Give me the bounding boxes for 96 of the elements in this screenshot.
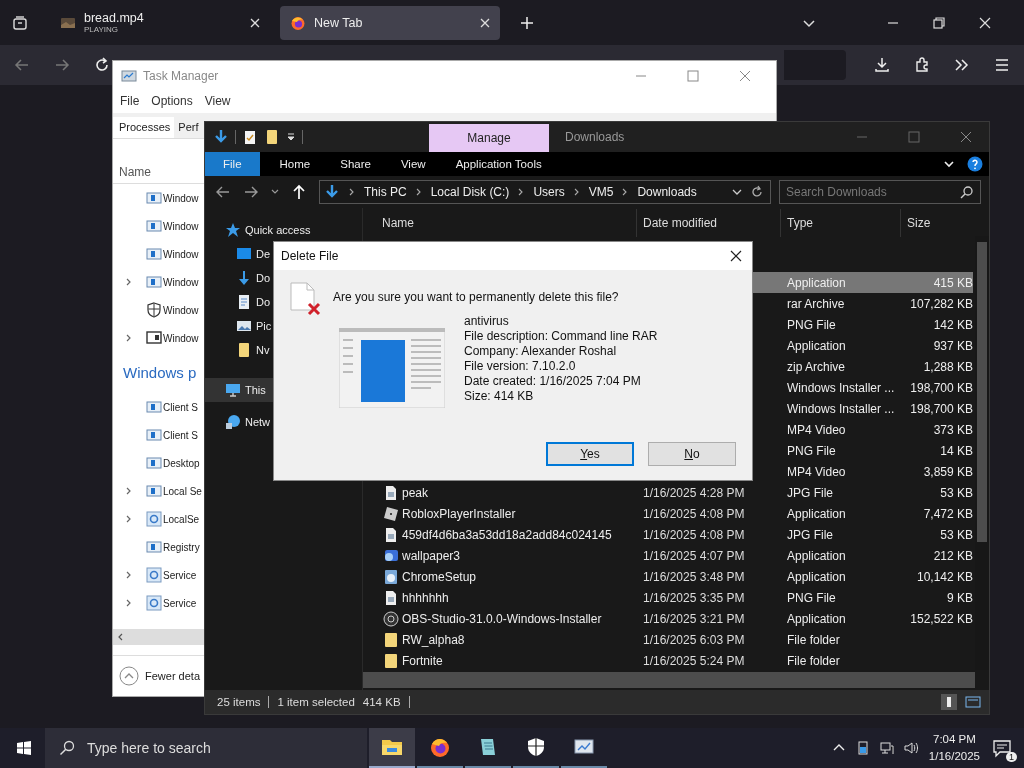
file-type: JPG File	[787, 485, 833, 500]
nav-label: Do	[256, 272, 271, 284]
date-modified: 1/16/2025 5:24 PM	[643, 653, 745, 668]
file-size: 198,700 KB	[910, 401, 973, 416]
process-name: Local Se	[163, 485, 202, 497]
file-size: 53 KB	[940, 485, 973, 500]
item-count: 25 items	[217, 696, 261, 708]
time: 7:04 PM	[933, 732, 976, 747]
date: 1/16/2025	[928, 749, 980, 764]
dialog-title: Delete File	[281, 249, 339, 263]
file-detail: Size: 414 KB	[464, 389, 535, 404]
process-name: Window	[163, 276, 199, 288]
file-name: wallpaper3	[402, 548, 461, 563]
file-detail: Company: Alexander Roshal	[464, 344, 618, 359]
file-name: 459df4d6ba3a53dd18a2add84c024145	[402, 527, 612, 542]
confirmation-question: Are you sure you want to permanently delete this file?	[333, 290, 620, 304]
process-name: Window	[163, 192, 199, 204]
file-type: Application	[787, 338, 846, 353]
file-size: 1,288 KB	[923, 359, 973, 374]
process-name: Client S	[163, 429, 198, 441]
file-size: 3,859 KB	[923, 464, 973, 479]
file-type: Application	[787, 569, 846, 584]
file-name: ChromeSetup	[402, 569, 477, 584]
file-size: 10,142 KB	[916, 569, 973, 584]
file-type: Windows Installer ...	[787, 401, 895, 416]
file-type: MP4 Video	[787, 464, 846, 479]
nav-label: Nv	[256, 344, 270, 356]
tab-subtitle: PLAYING	[84, 25, 120, 34]
file-type: Windows Installer ...	[787, 380, 895, 395]
file-type: PNG File	[787, 317, 836, 332]
tab-title: New Tab	[314, 15, 364, 30]
file-name: hhhhhhh	[402, 590, 449, 605]
file-type: Application	[787, 275, 846, 290]
date-modified: 1/16/2025 6:03 PM	[643, 632, 745, 647]
date-modified: 1/16/2025 3:21 PM	[643, 611, 745, 626]
date-modified: 1/16/2025 4:08 PM	[643, 527, 745, 542]
file-size: 7,472 KB	[923, 506, 973, 521]
file-name: RW_alpha8	[402, 632, 465, 647]
file-size: 152,522 KB	[910, 611, 973, 626]
file-type: PNG File	[787, 443, 836, 458]
file-size: 198,700 KB	[910, 380, 973, 395]
date-modified: 1/16/2025 4:28 PM	[643, 485, 745, 500]
file-name: OBS-Studio-31.0.0-Windows-Installer	[402, 611, 602, 626]
file-name: Fortnite	[402, 653, 443, 668]
window-title: Downloads	[565, 130, 625, 144]
file-type: MP4 Video	[787, 422, 846, 437]
file-detail: File description: Command line RAR	[464, 329, 658, 344]
nav-label: This	[245, 384, 266, 396]
date-modified: 1/16/2025 3:48 PM	[643, 569, 745, 584]
group-heading: Windows p	[123, 364, 197, 381]
file-name: peak	[402, 485, 429, 500]
nav-label: Do	[256, 296, 271, 308]
process-name: Window	[163, 332, 199, 344]
process-name: Service	[163, 569, 197, 581]
file-type: File folder	[787, 653, 840, 668]
date-modified: 1/16/2025 3:35 PM	[643, 590, 745, 605]
file-type: PNG File	[787, 590, 836, 605]
file-size: 415 KB	[933, 275, 973, 290]
process-name: Window	[163, 220, 199, 232]
tab-title: bread.mp4	[84, 11, 145, 25]
file-type: JPG File	[787, 527, 833, 542]
process-name: LocalSe	[163, 513, 200, 525]
file-size: 142 KB	[933, 317, 973, 332]
file-detail: Date created: 1/16/2025 7:04 PM	[464, 374, 642, 389]
file-type: rar Archive	[787, 296, 845, 311]
file-name: RobloxPlayerInstaller	[402, 506, 516, 521]
file-type: File folder	[787, 632, 840, 647]
file-size: 107,282 KB	[910, 296, 973, 311]
file-detail: antivirus	[464, 314, 510, 329]
selection-count: 1 item selected	[277, 696, 355, 708]
date-modified: 1/16/2025 4:08 PM	[643, 506, 745, 521]
nav-label: Pic	[256, 320, 272, 332]
nav-label: Quick access	[245, 224, 311, 236]
process-name: Service	[163, 597, 197, 609]
nav-label: Netw	[245, 416, 271, 428]
file-type: Application	[787, 548, 846, 563]
selection-size: 414 KB	[362, 696, 401, 708]
window-title: Task Manager	[143, 69, 219, 83]
file-size: 9 KB	[947, 590, 973, 605]
nav-label: De	[256, 248, 271, 260]
date-modified: 1/16/2025 4:07 PM	[643, 548, 745, 563]
process-name: Client S	[163, 401, 198, 413]
file-type: Application	[787, 611, 846, 626]
file-size: 14 KB	[940, 443, 973, 458]
process-name: Window	[163, 304, 199, 316]
file-size: 53 KB	[940, 527, 973, 542]
file-type: zip Archive	[787, 359, 846, 374]
process-name: Registry	[163, 541, 200, 553]
process-name: Window	[163, 248, 199, 260]
process-name: Desktop	[163, 457, 200, 469]
file-size: 212 KB	[933, 548, 973, 563]
file-size: 373 KB	[933, 422, 973, 437]
file-size: 937 KB	[933, 338, 973, 353]
file-detail: File version: 7.10.2.0	[464, 359, 577, 374]
file-type: Application	[787, 506, 846, 521]
notification-count: 1	[1006, 752, 1017, 762]
